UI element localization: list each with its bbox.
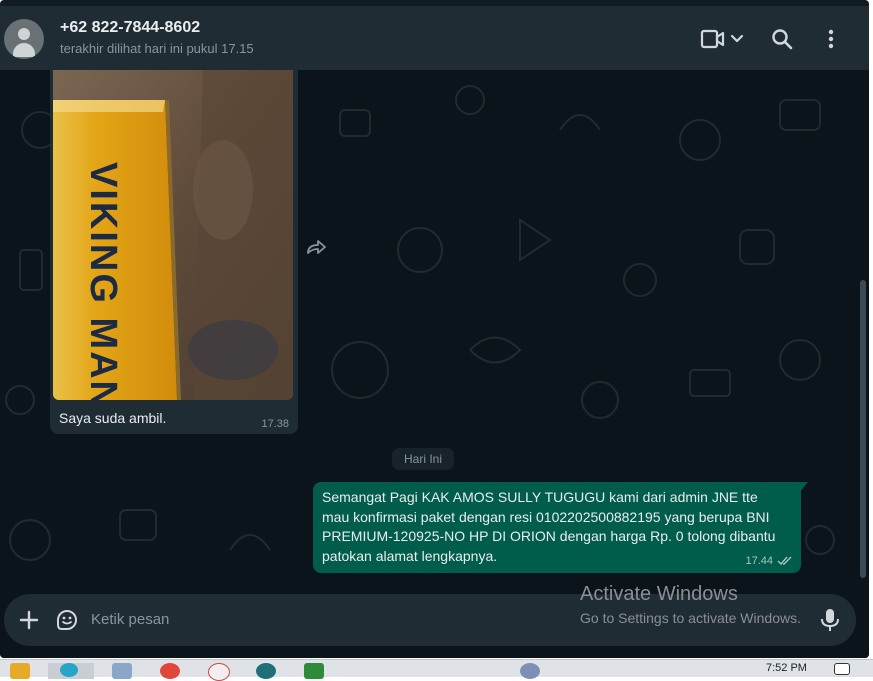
contact-avatar[interactable] <box>4 19 44 59</box>
avatar-body <box>13 43 35 57</box>
search-button[interactable] <box>768 24 796 54</box>
excel-icon[interactable] <box>304 663 324 679</box>
chat-area[interactable]: VIKING MAN Saya suda ambil. 17.38 Hari I… <box>0 70 869 590</box>
message-time: 17.44 <box>745 555 773 567</box>
avatar-head <box>18 28 30 40</box>
search-icon <box>772 29 793 50</box>
contact-name[interactable]: +62 822-7844-8602 <box>60 19 200 37</box>
whatsapp-window: +62 822-7844-8602 terakhir dilihat hari … <box>0 0 869 658</box>
message-meta: 17.44 <box>745 555 793 567</box>
chrome-icon[interactable] <box>160 663 180 679</box>
windows-taskbar: 7:52 PM <box>0 659 873 681</box>
message-photo[interactable]: VIKING MAN <box>53 70 293 400</box>
menu-button[interactable] <box>820 24 842 54</box>
edge-browser-icon[interactable] <box>60 663 78 677</box>
chat-header: +62 822-7844-8602 terakhir dilihat hari … <box>0 6 869 70</box>
app-icon[interactable] <box>112 663 132 679</box>
notification-icon[interactable] <box>520 663 540 679</box>
contact-last-seen: terakhir dilihat hari ini pukul 17.15 <box>60 41 254 56</box>
taskbar-clock[interactable]: 7:52 PM <box>766 662 807 674</box>
chat-scrollbar[interactable] <box>860 280 866 578</box>
day-separator: Hari Ini <box>392 448 454 470</box>
bubble-tail <box>800 482 808 492</box>
message-caption: Saya suda ambil. <box>59 410 167 426</box>
menu-icon <box>828 29 834 49</box>
message-text: Semangat Pagi KAK AMOS SULLY TUGUGU kami… <box>322 489 776 564</box>
video-call-button[interactable] <box>696 24 748 54</box>
video-call-icon <box>700 29 744 49</box>
composer-bar: Ketik pesan <box>0 590 869 658</box>
plus-icon <box>19 610 39 630</box>
outgoing-message[interactable]: Semangat Pagi KAK AMOS SULLY TUGUGU kami… <box>313 482 808 573</box>
emoji-sticker-button[interactable] <box>54 607 80 633</box>
message-composer: Ketik pesan <box>4 594 856 646</box>
forward-icon <box>307 240 326 254</box>
microphone-icon <box>821 609 839 631</box>
forward-button[interactable] <box>304 236 328 260</box>
message-input[interactable]: Ketik pesan <box>91 611 169 628</box>
attach-button[interactable] <box>16 607 42 633</box>
file-explorer-icon[interactable] <box>10 663 30 679</box>
notification-center-icon[interactable] <box>834 663 850 675</box>
message-time: 17.38 <box>261 418 289 430</box>
pack-brand-text: VIKING MAN <box>82 162 124 400</box>
incoming-message[interactable]: VIKING MAN Saya suda ambil. 17.38 <box>50 70 298 434</box>
app-icon[interactable] <box>208 663 230 681</box>
sticker-icon <box>57 610 77 630</box>
voice-message-button[interactable] <box>819 607 841 633</box>
double-check-icon <box>777 556 792 566</box>
viking-man-photo: VIKING MAN <box>53 70 293 400</box>
app-icon[interactable] <box>256 663 276 679</box>
